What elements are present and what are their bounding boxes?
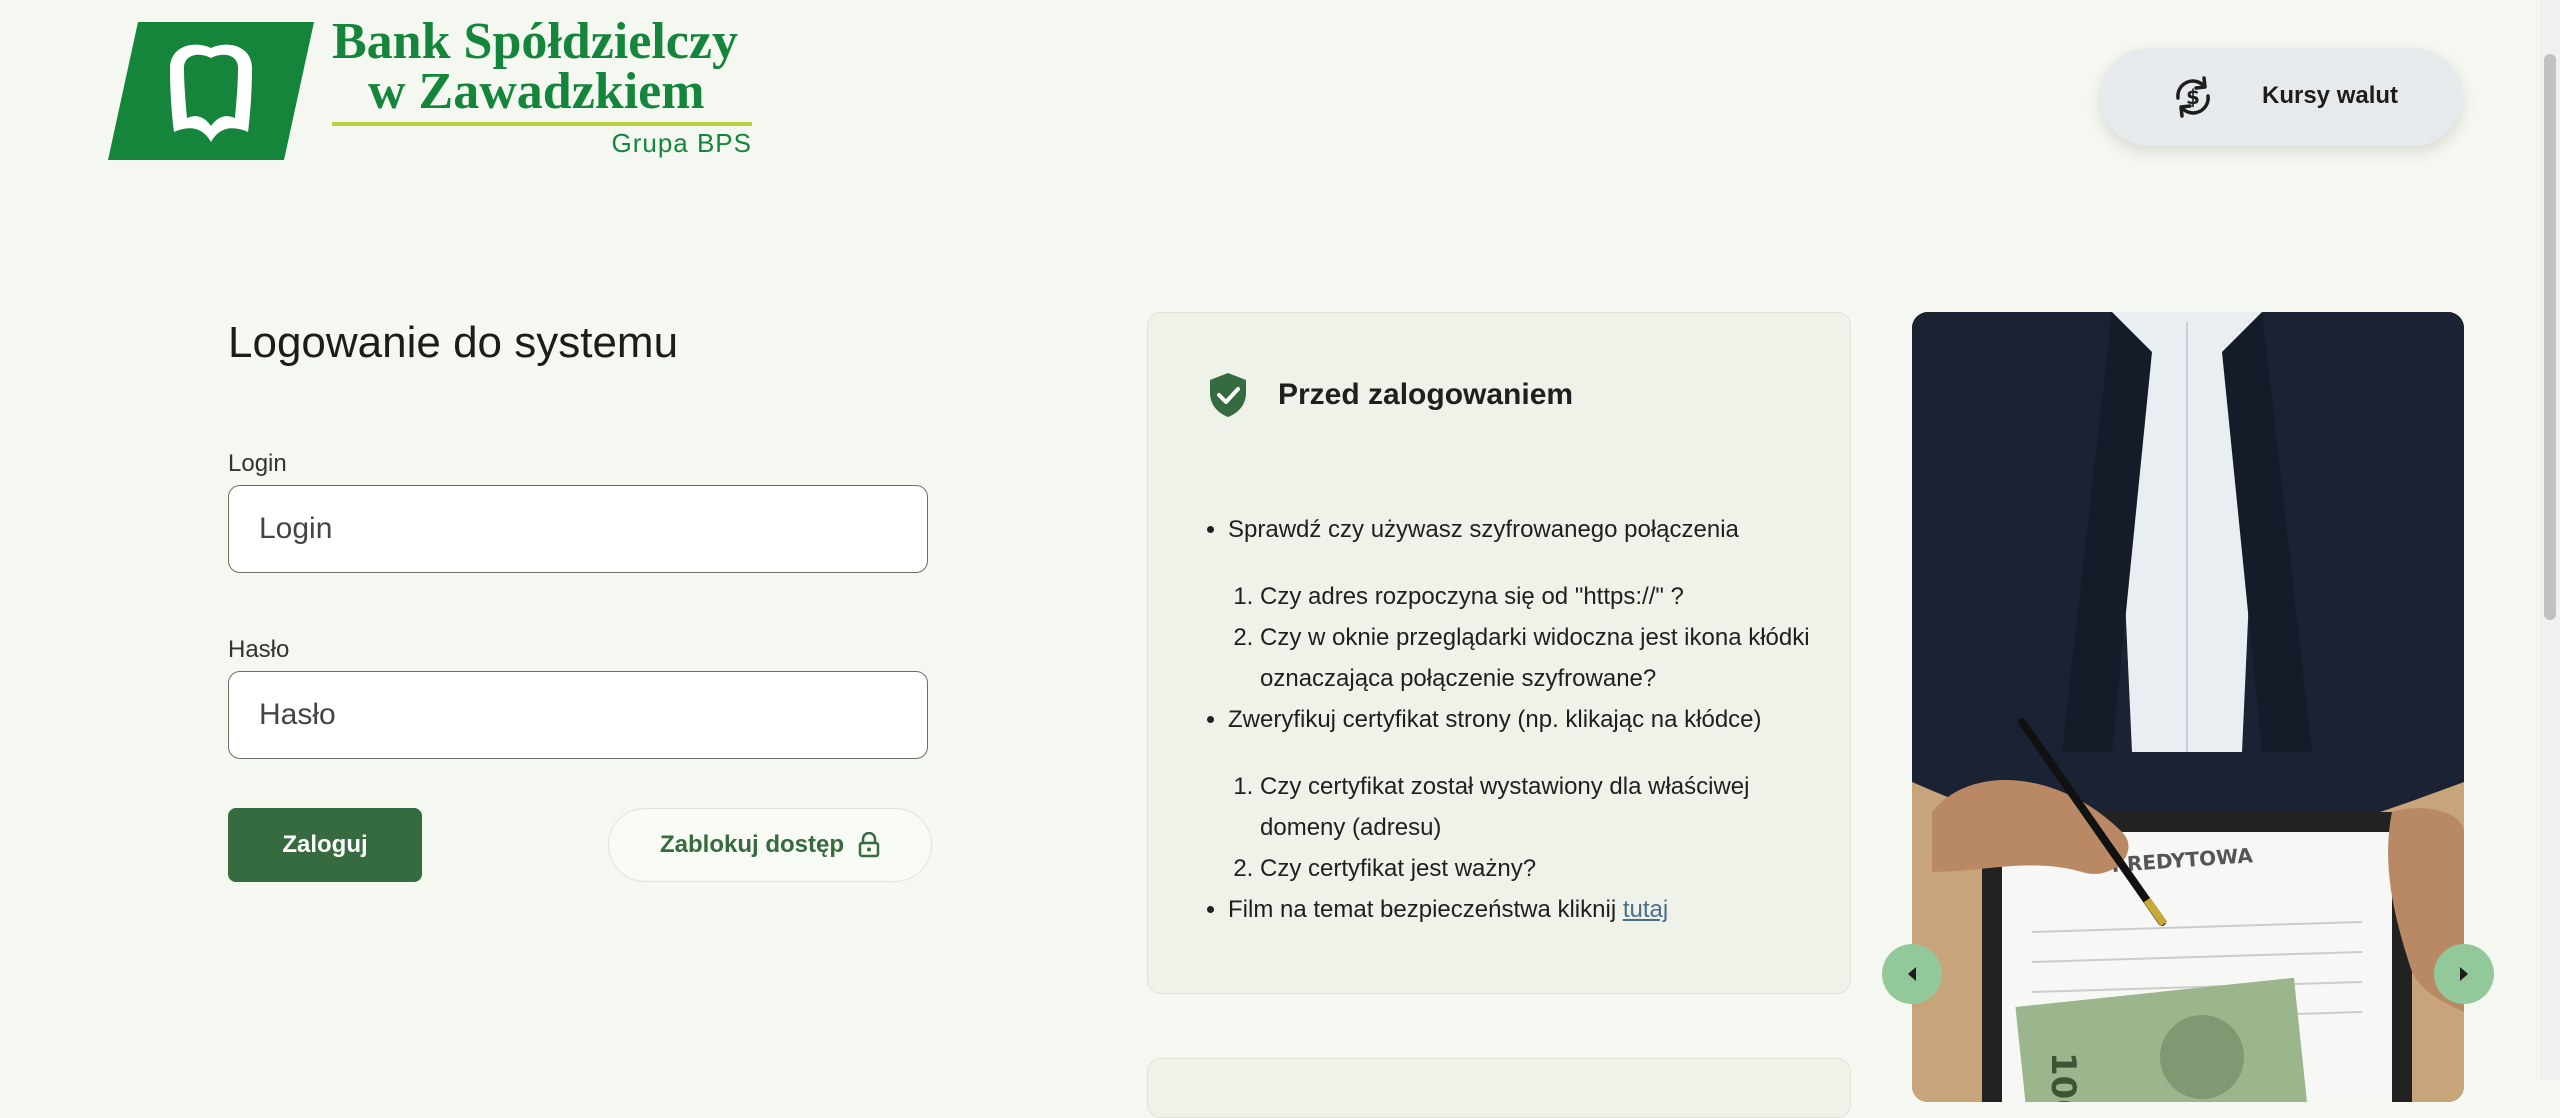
block-access-label: Zablokuj dostęp	[659, 831, 844, 858]
security-card-title: Przed zalogowaniem	[1278, 378, 1574, 411]
carousel-next-button[interactable]	[2434, 944, 2494, 1004]
list-item: Film na temat bezpieczeństwa kliknij tut…	[1228, 889, 1826, 930]
currency-rates-button[interactable]: $ Kursy walut	[2100, 48, 2462, 146]
login-button-label: Zaloguj	[282, 831, 368, 858]
security-info-card: Przed zalogowaniem Sprawdź czy używasz s…	[1147, 312, 1851, 994]
secondary-info-card	[1147, 1058, 1851, 1118]
lock-icon	[858, 832, 880, 858]
security-video-link[interactable]: tutaj	[1623, 896, 1668, 923]
bank-logo[interactable]: Bank Spółdzielczy w Zawadzkiem Grupa BPS	[108, 13, 758, 164]
list-item: Czy w oknie przeglądarki widoczna jest i…	[1260, 617, 1826, 699]
promo-image-carousel: KREDYTOWA 100	[1912, 312, 2464, 1102]
bank-name-line2: w Zawadzkiem	[368, 63, 705, 120]
list-item: Czy adres rozpoczyna się od "https://" ?	[1260, 576, 1826, 617]
logo-divider	[332, 122, 752, 126]
login-title: Logowanie do systemu	[228, 318, 679, 367]
currency-rates-label: Kursy walut	[2262, 82, 2399, 109]
tip-text: Film na temat bezpieczeństwa kliknij	[1228, 896, 1617, 923]
tip-text: Sprawdź czy używasz szyfrowanego połącze…	[1228, 516, 1739, 543]
shield-check-icon	[1210, 373, 1246, 417]
chevron-right-icon	[2460, 967, 2468, 981]
login-button[interactable]: Zaloguj	[228, 808, 422, 882]
svg-text:$: $	[2186, 85, 2200, 109]
page-scrollbar[interactable]	[2540, 0, 2560, 1080]
login-field-label: Login	[228, 450, 287, 477]
password-input[interactable]	[228, 671, 928, 759]
list-item: Sprawdź czy używasz szyfrowanego połącze…	[1228, 509, 1826, 699]
password-field-label: Hasło	[228, 636, 290, 663]
list-item: Czy certyfikat został wystawiony dla wła…	[1260, 766, 1826, 848]
tip-text: Zweryfikuj certyfikat strony (np. klikaj…	[1228, 706, 1762, 733]
list-item: Czy certyfikat jest ważny?	[1260, 848, 1826, 889]
bank-group-name: Grupa BPS	[611, 128, 752, 158]
promo-image: KREDYTOWA 100	[1912, 312, 2464, 1102]
banknote-value: 100	[2043, 1052, 2083, 1102]
carousel-prev-button[interactable]	[1882, 944, 1942, 1004]
security-tips: Sprawdź czy używasz szyfrowanego połącze…	[1206, 509, 1826, 930]
currency-exchange-icon: $	[2176, 76, 2210, 118]
list-item: Zweryfikuj certyfikat strony (np. klikaj…	[1228, 699, 1826, 889]
chevron-left-icon	[1908, 967, 1916, 981]
bank-logo-mark-icon	[108, 22, 314, 160]
security-card-header: Przed zalogowaniem	[1208, 371, 1573, 419]
block-access-button[interactable]: Zablokuj dostęp	[608, 808, 932, 882]
login-input[interactable]	[228, 485, 928, 573]
scrollbar-thumb[interactable]	[2544, 54, 2556, 620]
